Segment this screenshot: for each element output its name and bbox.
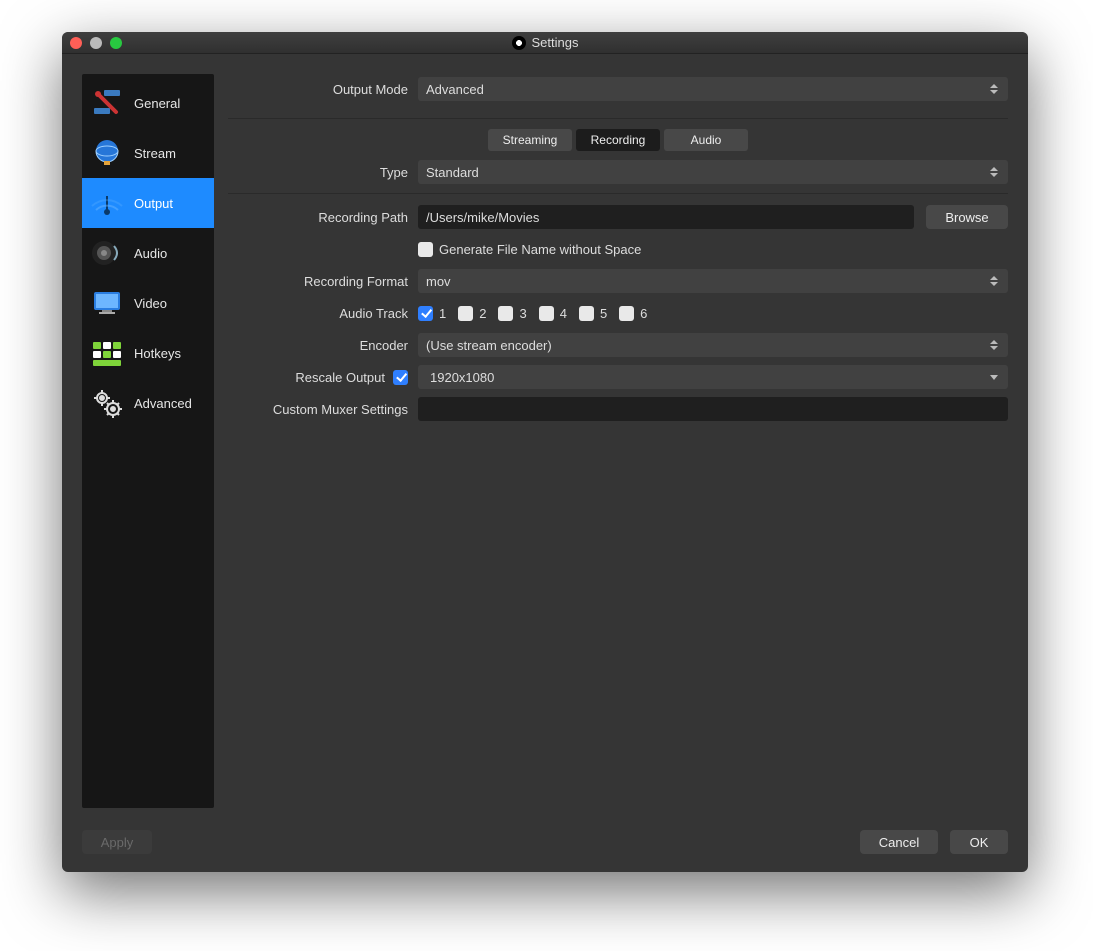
audio-track-3-checkbox[interactable]: 3	[498, 306, 526, 321]
tab-streaming[interactable]: Streaming	[488, 129, 572, 151]
encoder-select[interactable]: (Use stream encoder)	[418, 333, 1008, 357]
checkbox-icon	[458, 306, 473, 321]
chevron-down-icon	[990, 369, 1002, 385]
content-pane: Output Mode Advanced Streaming Recording…	[228, 74, 1008, 808]
rescale-output-label: Rescale Output	[295, 370, 385, 385]
sidebar-item-output[interactable]: Output	[82, 178, 214, 228]
audio-track-2-checkbox[interactable]: 2	[458, 306, 486, 321]
checkbox-icon	[539, 306, 554, 321]
output-mode-select[interactable]: Advanced	[418, 77, 1008, 101]
browse-button[interactable]: Browse	[926, 205, 1008, 229]
generate-filename-checkbox[interactable]: Generate File Name without Space	[418, 242, 641, 257]
sidebar-item-label: Video	[134, 296, 167, 311]
muxer-label: Custom Muxer Settings	[228, 402, 418, 417]
recording-format-select[interactable]: mov	[418, 269, 1008, 293]
encoder-label: Encoder	[228, 338, 418, 353]
titlebar: Settings	[62, 32, 1028, 54]
checkbox-icon	[498, 306, 513, 321]
rescale-output-checkbox[interactable]	[393, 370, 408, 385]
video-icon	[90, 286, 124, 320]
tab-audio[interactable]: Audio	[664, 129, 748, 151]
output-mode-label: Output Mode	[228, 82, 418, 97]
audio-track-4-checkbox[interactable]: 4	[539, 306, 567, 321]
sidebar-item-video[interactable]: Video	[82, 278, 214, 328]
checkbox-icon	[418, 306, 433, 321]
ok-button[interactable]: OK	[950, 830, 1008, 854]
audio-track-1-checkbox[interactable]: 1	[418, 306, 446, 321]
sidebar-item-label: General	[134, 96, 180, 111]
recording-path-input[interactable]: /Users/mike/Movies	[418, 205, 914, 229]
chevron-updown-icon	[990, 81, 1002, 97]
sidebar-item-general[interactable]: General	[82, 78, 214, 128]
output-icon	[90, 186, 124, 220]
recording-path-label: Recording Path	[228, 210, 418, 225]
stream-icon	[90, 136, 124, 170]
chevron-updown-icon	[990, 164, 1002, 180]
sidebar-item-label: Advanced	[134, 396, 192, 411]
audio-track-6-checkbox[interactable]: 6	[619, 306, 647, 321]
dialog-footer: Apply Cancel OK	[82, 828, 1008, 856]
chevron-updown-icon	[990, 337, 1002, 353]
output-tabs: Streaming Recording Audio	[228, 129, 1008, 153]
sidebar: General Stream Output	[82, 74, 214, 808]
chevron-updown-icon	[990, 273, 1002, 289]
general-icon	[90, 86, 124, 120]
tab-recording[interactable]: Recording	[576, 129, 660, 151]
sidebar-item-label: Stream	[134, 146, 176, 161]
sidebar-item-advanced[interactable]: Advanced	[82, 378, 214, 428]
cancel-button[interactable]: Cancel	[860, 830, 938, 854]
audio-track-label: Audio Track	[228, 306, 418, 321]
sidebar-item-label: Audio	[134, 246, 167, 261]
recording-format-label: Recording Format	[228, 274, 418, 289]
sidebar-item-stream[interactable]: Stream	[82, 128, 214, 178]
obs-icon	[512, 36, 526, 50]
sidebar-item-label: Output	[134, 196, 173, 211]
hotkeys-icon	[90, 336, 124, 370]
apply-button[interactable]: Apply	[82, 830, 152, 854]
window-title: Settings	[532, 35, 579, 50]
type-select[interactable]: Standard	[418, 160, 1008, 184]
settings-window: Settings General Stream	[62, 32, 1028, 872]
checkbox-icon	[619, 306, 634, 321]
sidebar-item-label: Hotkeys	[134, 346, 181, 361]
rescale-output-select[interactable]: 1920x1080	[418, 365, 1008, 389]
audio-icon	[90, 236, 124, 270]
advanced-icon	[90, 386, 124, 420]
checkbox-icon	[579, 306, 594, 321]
type-label: Type	[228, 165, 418, 180]
checkbox-icon	[418, 242, 433, 257]
sidebar-item-hotkeys[interactable]: Hotkeys	[82, 328, 214, 378]
audio-track-5-checkbox[interactable]: 5	[579, 306, 607, 321]
muxer-input[interactable]	[418, 397, 1008, 421]
sidebar-item-audio[interactable]: Audio	[82, 228, 214, 278]
